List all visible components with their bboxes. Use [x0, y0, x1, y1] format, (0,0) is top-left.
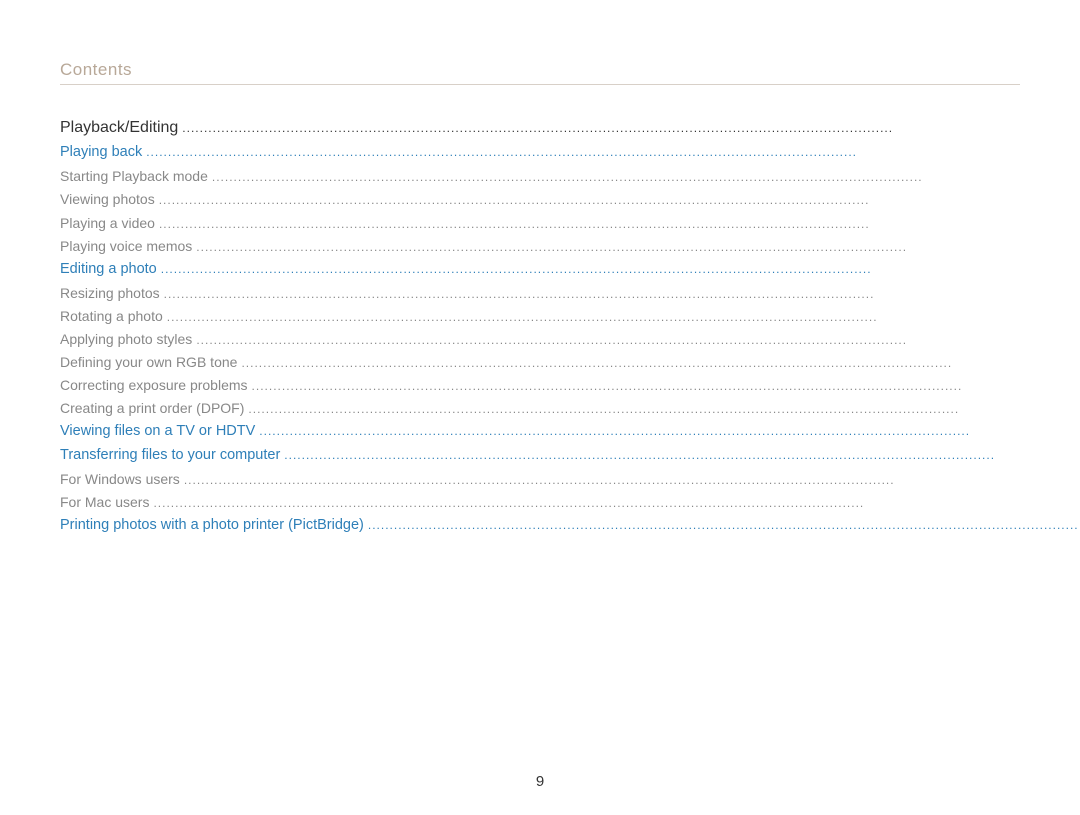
- toc-leader-dots: [167, 308, 1079, 328]
- toc-leader-dots: [252, 377, 1080, 397]
- toc-label: Playing back: [60, 141, 142, 165]
- toc-entry[interactable]: Transferring files to your computer65: [60, 444, 1080, 468]
- toc-leader-dots: [368, 516, 1079, 536]
- toc-label: For Mac users: [60, 491, 149, 514]
- toc-leader-dots: [164, 285, 1080, 305]
- toc-leader-dots: [259, 422, 1078, 442]
- toc-entry[interactable]: Editing a photo59: [60, 258, 1080, 282]
- toc-label: Starting Playback mode: [60, 165, 208, 188]
- toc-leader-dots: [153, 494, 1079, 514]
- toc-entry[interactable]: Creating a print order (DPOF)62: [60, 397, 1080, 420]
- toc-label: Applying photo styles: [60, 328, 192, 351]
- toc-entry[interactable]: Correcting exposure problems61: [60, 374, 1080, 397]
- toc-columns: Playback/Editing51Playing back52Starting…: [60, 115, 1020, 538]
- toc-leader-dots: [184, 471, 1079, 491]
- toc-label: Viewing files on a TV or HDTV: [60, 420, 255, 444]
- toc-entry[interactable]: Applying photo styles60: [60, 328, 1080, 351]
- toc-entry[interactable]: For Mac users70: [60, 491, 1080, 514]
- toc-leader-dots: [161, 260, 1079, 280]
- toc-entry[interactable]: Printing photos with a photo printer (Pi…: [60, 514, 1080, 538]
- toc-entry[interactable]: Playback/Editing51: [60, 115, 1080, 141]
- toc-entry[interactable]: Viewing files on a TV or HDTV63: [60, 420, 1080, 444]
- page-number: 9: [536, 773, 544, 790]
- toc-column-left: Playback/Editing51Playing back52Starting…: [60, 115, 1080, 538]
- toc-leader-dots: [159, 215, 1079, 235]
- toc-entry[interactable]: Rotating a photo59: [60, 305, 1080, 328]
- toc-entry[interactable]: Resizing photos59: [60, 282, 1080, 305]
- toc-leader-dots: [248, 400, 1079, 420]
- toc-label: Printing photos with a photo printer (Pi…: [60, 514, 364, 538]
- page-header: Contents: [60, 60, 1020, 85]
- toc-leader-dots: [196, 331, 1079, 351]
- toc-label: For Windows users: [60, 468, 180, 491]
- toc-label: Rotating a photo: [60, 305, 163, 328]
- toc-leader-dots: [196, 238, 1079, 258]
- toc-entry[interactable]: For Windows users65: [60, 468, 1080, 491]
- toc-label: Viewing photos: [60, 188, 155, 211]
- toc-entry[interactable]: Viewing photos56: [60, 188, 1080, 211]
- toc-leader-dots: [284, 446, 1078, 466]
- toc-leader-dots: [241, 354, 1079, 374]
- toc-leader-dots: [146, 143, 1078, 163]
- toc-leader-dots: [212, 168, 1079, 188]
- toc-label: Creating a print order (DPOF): [60, 397, 244, 420]
- toc-label: Playing voice memos: [60, 235, 192, 258]
- toc-label: Correcting exposure problems: [60, 374, 248, 397]
- toc-leader-dots: [159, 191, 1080, 211]
- toc-label: Defining your own RGB tone: [60, 351, 237, 374]
- toc-entry[interactable]: Playing a video57: [60, 212, 1080, 235]
- toc-entry[interactable]: Defining your own RGB tone60: [60, 351, 1080, 374]
- toc-label: Transferring files to your computer: [60, 444, 280, 468]
- toc-label: Resizing photos: [60, 282, 160, 305]
- toc-entry[interactable]: Starting Playback mode52: [60, 165, 1080, 188]
- toc-label: Playback/Editing: [60, 115, 178, 141]
- toc-label: Editing a photo: [60, 258, 157, 282]
- toc-label: Playing a video: [60, 212, 155, 235]
- toc-leader-dots: [182, 119, 1077, 139]
- toc-entry[interactable]: Playing voice memos58: [60, 235, 1080, 258]
- toc-entry[interactable]: Playing back52: [60, 141, 1080, 165]
